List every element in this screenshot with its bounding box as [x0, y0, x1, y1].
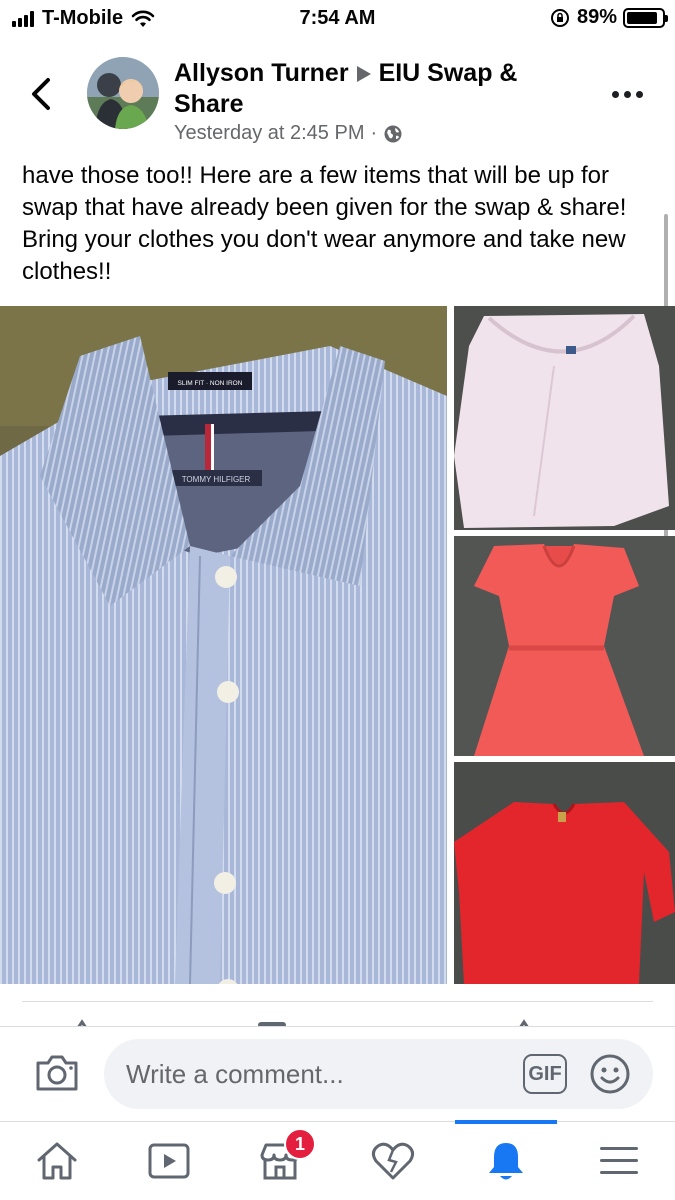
red-blouse-image	[454, 762, 675, 984]
shared-to-arrow-icon	[356, 65, 371, 82]
watch-icon	[148, 1143, 190, 1178]
post-text-clip: have those too!! Here are a few items th…	[0, 158, 675, 298]
post-divider	[22, 1001, 653, 1002]
heart-icon	[371, 1142, 415, 1179]
home-icon	[37, 1142, 77, 1179]
status-right: 89%	[549, 6, 668, 29]
gif-button[interactable]: GIF	[523, 1054, 567, 1094]
post-meta: Yesterday at 2:45 PM ·	[174, 122, 403, 145]
white-blouse-image	[454, 306, 675, 530]
photo-white-blouse[interactable]	[454, 306, 675, 530]
battery-icon	[623, 7, 668, 28]
post-timestamp[interactable]: Yesterday at 2:45 PM	[174, 122, 365, 145]
photo-shirt[interactable]: SLIM FIT · NON IRON TOMMY HILFIGER	[0, 306, 447, 984]
shirt-brand-text: TOMMY HILFIGER	[182, 475, 251, 484]
nav-dating[interactable]	[343, 1121, 443, 1200]
shirt-image: SLIM FIT · NON IRON TOMMY HILFIGER	[0, 306, 447, 984]
bell-icon	[489, 1142, 523, 1179]
battery-percent: 89%	[576, 6, 617, 28]
nav-menu[interactable]	[569, 1121, 669, 1200]
emoji-icon[interactable]	[589, 1053, 631, 1095]
back-button[interactable]	[26, 76, 56, 112]
avatar-photo	[87, 57, 159, 129]
more-options-icon[interactable]	[612, 85, 648, 103]
shirt-label-text: SLIM FIT · NON IRON	[178, 380, 243, 387]
post-text: have those too!! Here are a few items th…	[22, 162, 627, 285]
author-avatar[interactable]	[87, 57, 159, 129]
author-name[interactable]: Allyson Turner	[174, 59, 349, 87]
globe-icon	[384, 125, 402, 142]
photo-red-blouse[interactable]	[454, 762, 675, 984]
marketplace-badge: 1	[284, 1128, 316, 1160]
battery-fill	[627, 11, 658, 24]
photo-coral-dress[interactable]	[454, 536, 675, 756]
status-bar: T-Mobile 7:54 AM 89%	[0, 0, 675, 40]
menu-icon	[600, 1146, 638, 1174]
nav-home[interactable]	[7, 1121, 107, 1200]
post-author-line: Allyson Turner EIU Swap & Share	[174, 58, 554, 120]
coral-dress-image	[454, 536, 675, 756]
meta-separator: ·	[370, 122, 378, 144]
camera-icon[interactable]	[34, 1051, 80, 1095]
nav-watch[interactable]	[119, 1121, 219, 1200]
rotation-lock-icon	[550, 8, 569, 27]
comment-input[interactable]	[104, 1039, 653, 1109]
nav-marketplace[interactable]	[230, 1121, 330, 1200]
nav-notifications[interactable]	[456, 1121, 556, 1200]
